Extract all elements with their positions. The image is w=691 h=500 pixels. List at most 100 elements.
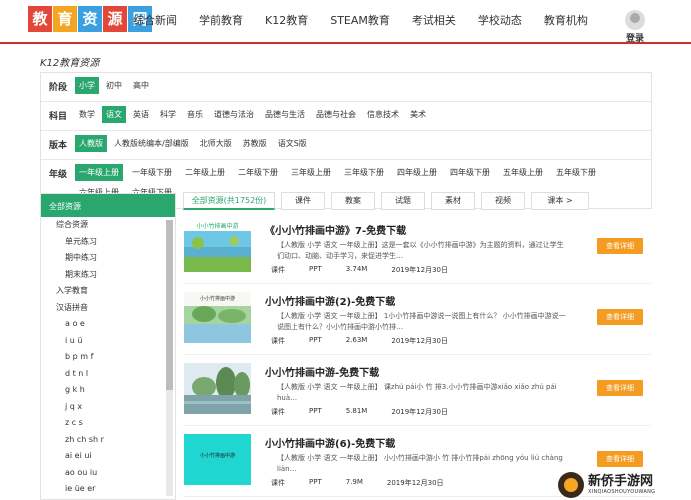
filter-option[interactable]: 四年级下册	[446, 164, 494, 181]
filter-option[interactable]: 人教版	[75, 135, 107, 152]
nav-link[interactable]: STEAM教育	[330, 12, 390, 28]
view-detail-button[interactable]: 查看详细	[597, 380, 643, 396]
filter-option[interactable]: 一年级上册	[75, 164, 123, 181]
filter-panel: 阶段 小学 初中 高中 科目 数学 语文 英语 科学 音乐 道德与法治 品德与生活 品德与社会 信息…	[40, 72, 652, 209]
filter-option[interactable]: 语文S版	[274, 135, 311, 152]
sidebar-item[interactable]: d t n l	[41, 366, 175, 383]
nav-link[interactable]: 综合新闻	[133, 12, 177, 28]
filter-option[interactable]: 英语	[129, 106, 153, 123]
login-area[interactable]: 登录	[625, 10, 645, 44]
login-link[interactable]: 登录	[626, 31, 644, 44]
resource-item[interactable]: 小小竹排画中游-免费下载【人教版 小学 语文 一年级上册】 课zhú pái小 …	[183, 357, 651, 426]
sidebar-item[interactable]: j q x	[41, 399, 175, 416]
sidebar-item[interactable]: 入学教育	[41, 283, 175, 300]
sidebar-item[interactable]: 期末练习	[41, 267, 175, 284]
resource-meta: 课件 PPT 2.63M 2019年12月30日	[271, 336, 472, 346]
filter-option[interactable]: 信息技术	[363, 106, 403, 123]
tab-6[interactable]: 课本 >	[531, 192, 589, 210]
sidebar-item[interactable]: b p m f	[41, 349, 175, 366]
meta-format: PPT	[309, 265, 322, 273]
resource-thumbnail[interactable]: 小小竹排画中游	[184, 221, 251, 272]
sidebar-item[interactable]: i u ü	[41, 333, 175, 350]
tab-5[interactable]: 视频	[481, 192, 525, 210]
sidebar-item[interactable]: 期中练习	[41, 250, 175, 267]
tab-1[interactable]: 课件	[281, 192, 325, 210]
nav-link[interactable]: K12教育	[265, 12, 308, 28]
resource-thumbnail[interactable]: 小小竹排画中游	[184, 292, 251, 343]
tab-4[interactable]: 素材	[431, 192, 475, 210]
sidebar-item[interactable]: ie üe er	[41, 481, 175, 498]
filter-option[interactable]: 科学	[156, 106, 180, 123]
filter-option[interactable]: 高中	[129, 77, 153, 94]
filter-option[interactable]: 人教版统编本/部编版	[110, 135, 193, 152]
sidebar-scrollbar[interactable]	[166, 220, 173, 496]
filter-option[interactable]: 三年级下册	[340, 164, 388, 181]
filter-option[interactable]: 五年级上册	[499, 164, 547, 181]
filter-option[interactable]: 品德与社会	[312, 106, 360, 123]
nav-link[interactable]: 教育机构	[544, 12, 588, 28]
filter-option[interactable]: 品德与生活	[261, 106, 309, 123]
user-avatar-icon[interactable]	[625, 10, 645, 30]
scrollbar-thumb[interactable]	[166, 220, 173, 390]
resource-title[interactable]: 小小竹排画中游-免费下载	[265, 364, 379, 379]
resource-meta: 课件 PPT 5.81M 2019年12月30日	[271, 407, 472, 417]
filter-option[interactable]: 四年级上册	[393, 164, 441, 181]
filter-option[interactable]: 二年级上册	[181, 164, 229, 181]
tab-3[interactable]: 试题	[381, 192, 425, 210]
resource-thumbnail[interactable]: 小小竹排画中游	[184, 434, 251, 485]
sidebar-item[interactable]: g k h	[41, 382, 175, 399]
filter-row-stage: 阶段 小学 初中 高中	[41, 73, 651, 102]
meta-format: PPT	[309, 336, 322, 344]
filter-option[interactable]: 美术	[406, 106, 430, 123]
resource-title[interactable]: 小小竹排画中游(6)-免费下载	[265, 435, 395, 450]
filter-option[interactable]: 音乐	[183, 106, 207, 123]
nav-link[interactable]: 学校动态	[478, 12, 522, 28]
resource-title[interactable]: 《小小竹排画中游》7-免费下载	[265, 222, 406, 237]
watermark-icon	[558, 471, 584, 498]
resource-item[interactable]: 小小竹排画中游 小小竹排画中游(2)-免费下载【人教版 小学 语文 一年级上册】 …	[183, 286, 651, 355]
meta-type: 课件	[271, 408, 285, 416]
resource-thumbnail[interactable]	[184, 363, 251, 414]
nav-link[interactable]: 学前教育	[199, 12, 243, 28]
filter-options: 人教版 人教版统编本/部编版 北师大版 苏教版 语文S版	[75, 135, 651, 155]
filter-option[interactable]: 小学	[75, 77, 99, 94]
sidebar-item[interactable]: 汉语拼音	[41, 300, 175, 317]
filter-label: 版本	[48, 141, 67, 151]
logo-char: 源	[103, 6, 127, 32]
filter-option[interactable]: 一年级下册	[128, 164, 176, 181]
sidebar-item[interactable]: 单元练习	[41, 234, 175, 251]
sidebar-item[interactable]: 综合资源	[41, 217, 175, 234]
sidebar-item[interactable]: ai ei ui	[41, 448, 175, 465]
sidebar-item[interactable]: a o e	[41, 316, 175, 333]
resource-item[interactable]: 小小竹排画中游 《小小竹排画中游》7-免费下载 【人教版 小学 语文 一年级上册】这…	[183, 215, 651, 284]
sidebar-item[interactable]: z c s	[41, 415, 175, 432]
view-detail-button[interactable]: 查看详细	[597, 309, 643, 325]
filter-option[interactable]: 北师大版	[196, 135, 236, 152]
filter-option[interactable]: 数学	[75, 106, 99, 123]
resource-description: 【人教版 小学 语文 一年级上册】 课zhú pái小 竹 排3.小小竹排画中游…	[277, 383, 557, 402]
nav-link[interactable]: 考试相关	[412, 12, 456, 28]
meta-date: 2019年12月30日	[391, 266, 448, 274]
sidebar-item[interactable]: zh ch sh r	[41, 432, 175, 449]
filter-option[interactable]: 道德与法治	[210, 106, 258, 123]
tab-0[interactable]: 全部资源(共1752份)	[183, 192, 275, 210]
filter-option[interactable]: 初中	[102, 77, 126, 94]
filter-option[interactable]: 三年级上册	[287, 164, 335, 181]
svg-text:小小竹排画中游: 小小竹排画中游	[200, 452, 235, 459]
view-detail-button[interactable]: 查看详细	[597, 451, 643, 467]
resource-description: 【人教版 小学 语文 一年级上册】 1小小竹排画中游说一说图上有什么？ 小小竹排…	[277, 312, 566, 331]
resource-tabs: 全部资源(共1752份) 课件 教案 试题 素材 视频 课本 >	[183, 192, 595, 210]
tab-2[interactable]: 教案	[331, 192, 375, 210]
filter-option[interactable]: 五年级下册	[552, 164, 600, 181]
svg-text:小小竹排画中游: 小小竹排画中游	[196, 222, 238, 230]
meta-size: 7.9M	[345, 478, 363, 486]
sidebar-head-all[interactable]: 全部资源	[41, 194, 175, 217]
view-detail-button[interactable]: 查看详细	[597, 238, 643, 254]
filter-option[interactable]: 苏教版	[239, 135, 271, 152]
resource-title[interactable]: 小小竹排画中游(2)-免费下载	[265, 293, 395, 308]
sidebar-item[interactable]: ao ou iu	[41, 465, 175, 482]
filter-option[interactable]: 语文	[102, 106, 126, 123]
meta-format: PPT	[309, 407, 322, 415]
watermark-logo: 新侨手游网 XINQIAOSHOUYOUWANG	[558, 469, 691, 500]
filter-option[interactable]: 二年级下册	[234, 164, 282, 181]
